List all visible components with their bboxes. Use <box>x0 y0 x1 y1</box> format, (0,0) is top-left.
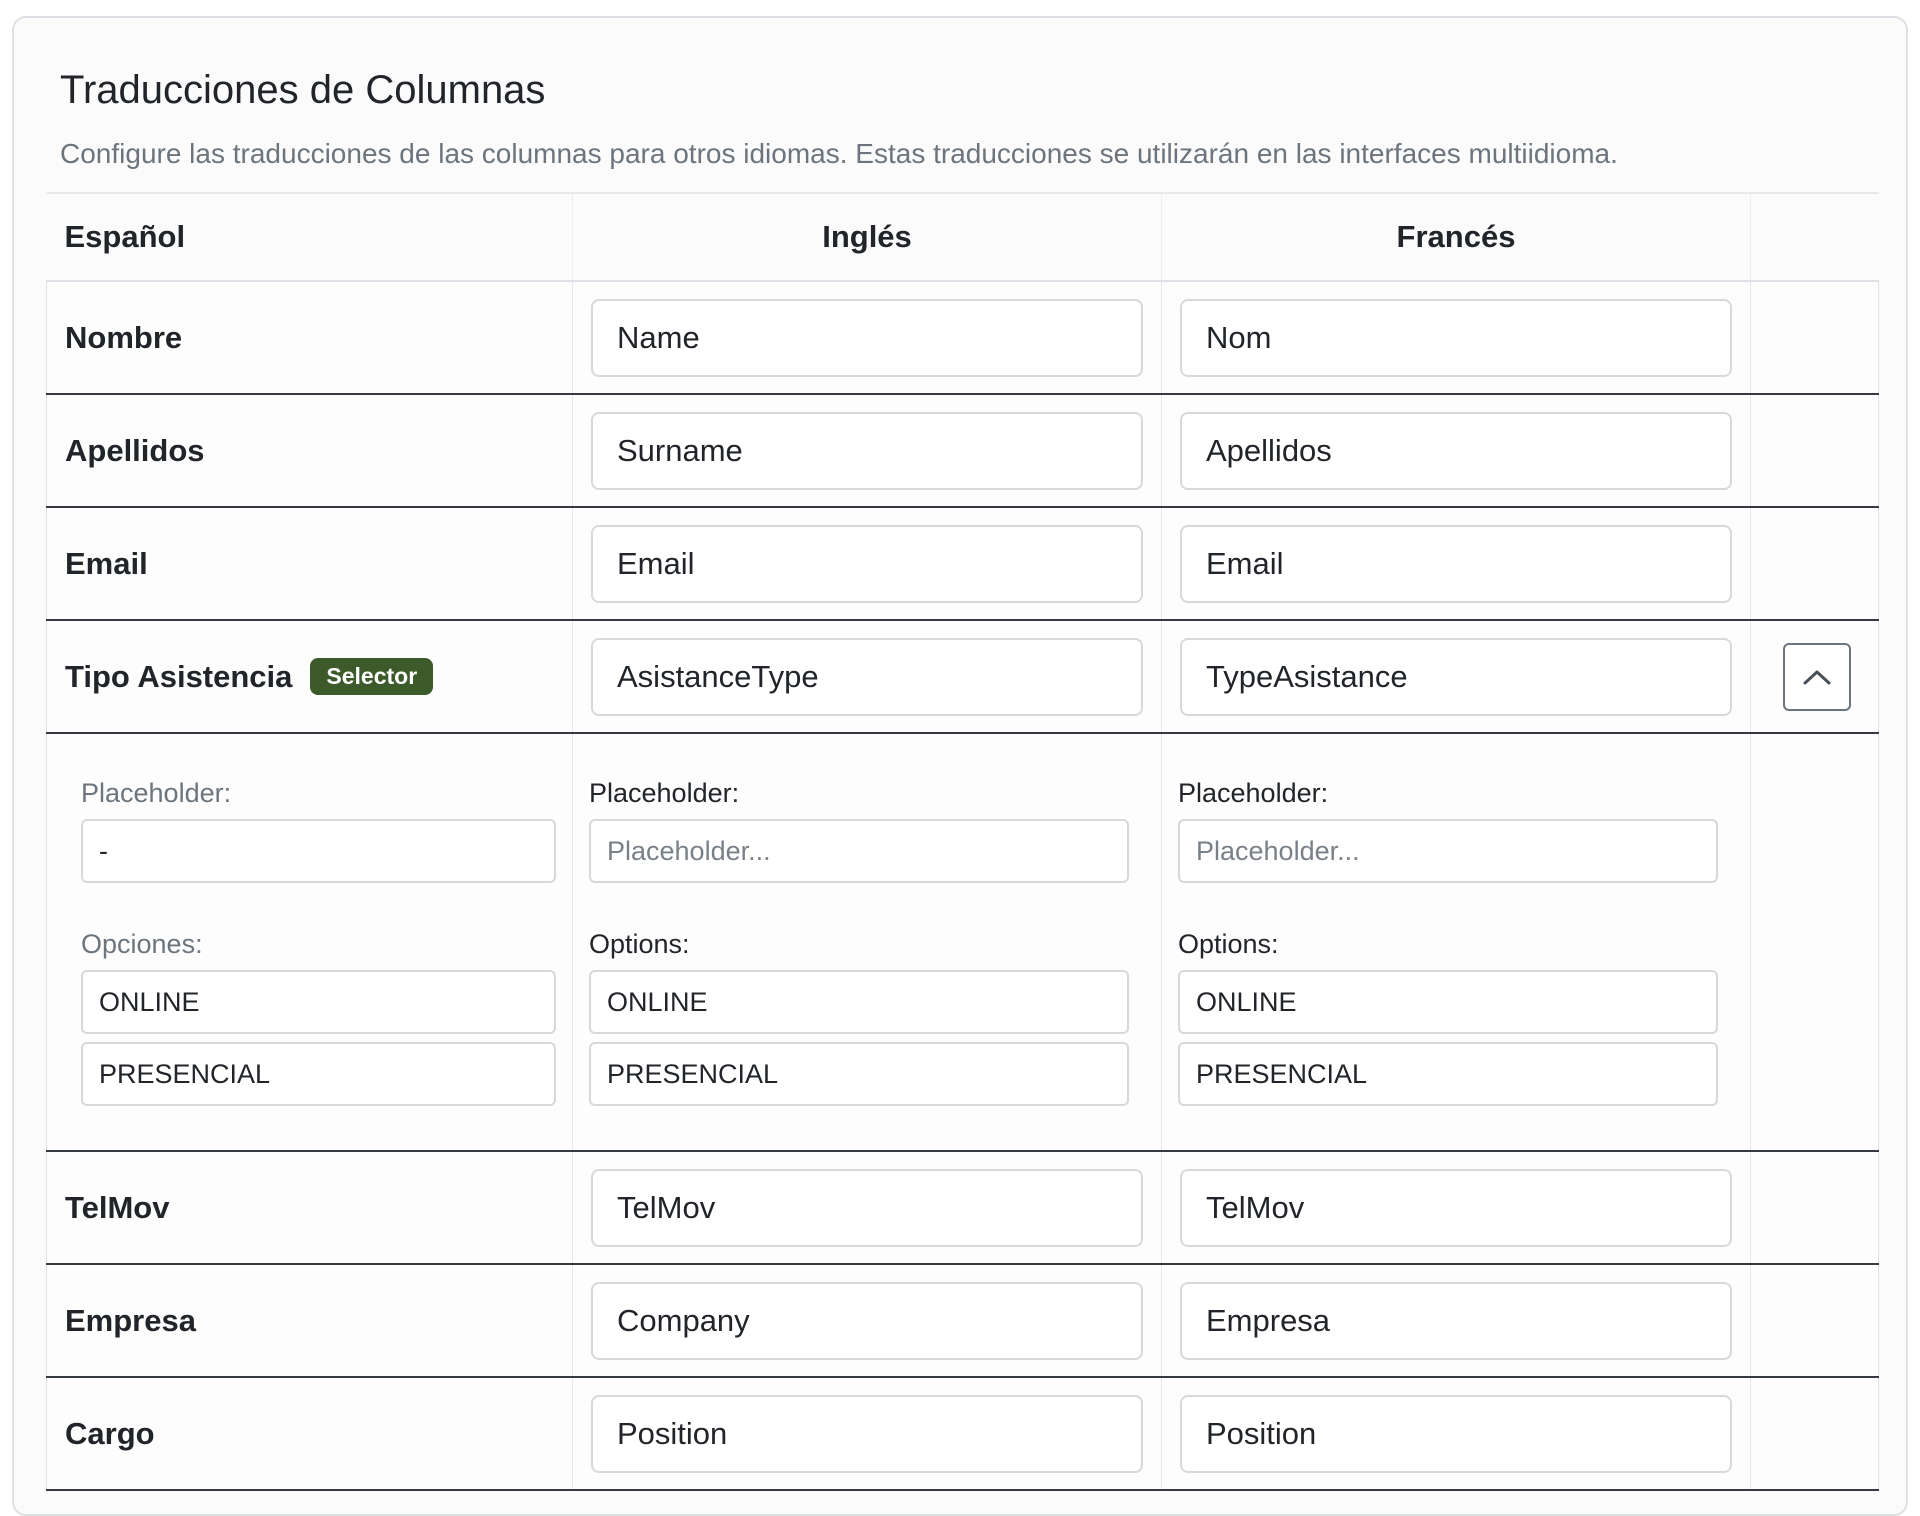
header-english: Inglés <box>572 192 1162 282</box>
option-input-fr[interactable] <box>1178 970 1718 1034</box>
table-row: Nombre <box>46 281 1879 395</box>
page-title: Traducciones de Columnas <box>60 68 546 112</box>
page-subtitle: Configure las traducciones de las column… <box>60 138 1618 169</box>
translation-input-fr[interactable] <box>1180 524 1732 603</box>
header-actions <box>1750 192 1879 282</box>
table-header-row: Español Inglés Francés <box>46 192 1879 282</box>
translations-table: Español Inglés Francés Nombre Apellidos … <box>46 192 1879 1491</box>
translation-input-en[interactable] <box>591 524 1143 603</box>
option-input-en[interactable] <box>589 1042 1129 1106</box>
actions-cell <box>1750 507 1879 621</box>
table-row: Apellidos <box>46 394 1879 508</box>
selector-badge: Selector <box>310 658 434 695</box>
options-label: Options: <box>1178 929 1279 959</box>
option-field-es <box>81 1042 556 1106</box>
translation-input-en[interactable] <box>591 637 1143 716</box>
actions-cell <box>1750 281 1879 395</box>
options-label: Opciones: <box>81 929 203 959</box>
header-spanish: Español <box>46 192 573 282</box>
actions-cell <box>1750 733 1879 1152</box>
actions-cell <box>1750 394 1879 508</box>
placeholder-input-en[interactable] <box>589 819 1129 883</box>
translation-input-fr[interactable] <box>1180 1281 1732 1360</box>
options-label: Options: <box>589 929 690 959</box>
placeholder-field-es <box>81 819 556 883</box>
detail-en: Placeholder: Options: <box>572 733 1162 1152</box>
column-name-es: Tipo Asistencia <box>65 659 293 694</box>
translation-input-fr[interactable] <box>1180 298 1732 377</box>
translation-input-en[interactable] <box>591 411 1143 490</box>
translation-input-en[interactable] <box>591 1281 1143 1360</box>
table-row: Empresa <box>46 1264 1879 1378</box>
actions-cell <box>1750 1151 1879 1265</box>
placeholder-input-fr[interactable] <box>1178 819 1718 883</box>
placeholder-label: Placeholder: <box>589 778 740 808</box>
actions-cell <box>1750 1264 1879 1378</box>
column-name-es: Cargo <box>65 1415 155 1451</box>
detail-fr: Placeholder: Options: <box>1161 733 1751 1152</box>
column-name-es: TelMov <box>65 1189 170 1225</box>
column-name-es: Empresa <box>65 1302 196 1338</box>
translation-input-fr[interactable] <box>1180 1394 1732 1473</box>
table-row-selector: Tipo Asistencia Selector <box>46 620 1879 734</box>
collapse-button[interactable] <box>1783 642 1851 711</box>
column-name-es: Email <box>65 545 148 581</box>
column-name-es: Apellidos <box>65 432 205 468</box>
placeholder-label: Placeholder: <box>81 778 232 808</box>
translation-input-en[interactable] <box>591 1394 1143 1473</box>
translation-input-fr[interactable] <box>1180 1168 1732 1247</box>
selector-detail-row: Placeholder: Opciones: Placeholder: Opti… <box>46 733 1879 1152</box>
table-row: Cargo <box>46 1377 1879 1491</box>
table-row: TelMov <box>46 1151 1879 1265</box>
table-row: Email <box>46 507 1879 621</box>
actions-cell <box>1750 1377 1879 1491</box>
option-input-en[interactable] <box>589 970 1129 1034</box>
placeholder-label: Placeholder: <box>1178 778 1329 808</box>
chevron-up-icon <box>1803 670 1831 684</box>
translation-input-en[interactable] <box>591 298 1143 377</box>
actions-cell <box>1750 620 1879 734</box>
translation-input-fr[interactable] <box>1180 637 1732 716</box>
header-french: Francés <box>1161 192 1751 282</box>
translation-input-en[interactable] <box>591 1168 1143 1247</box>
option-input-fr[interactable] <box>1178 1042 1718 1106</box>
detail-es: Placeholder: Opciones: <box>46 733 573 1152</box>
option-field-es <box>81 970 556 1034</box>
column-name-es: Nombre <box>65 319 183 355</box>
translation-input-fr[interactable] <box>1180 411 1732 490</box>
